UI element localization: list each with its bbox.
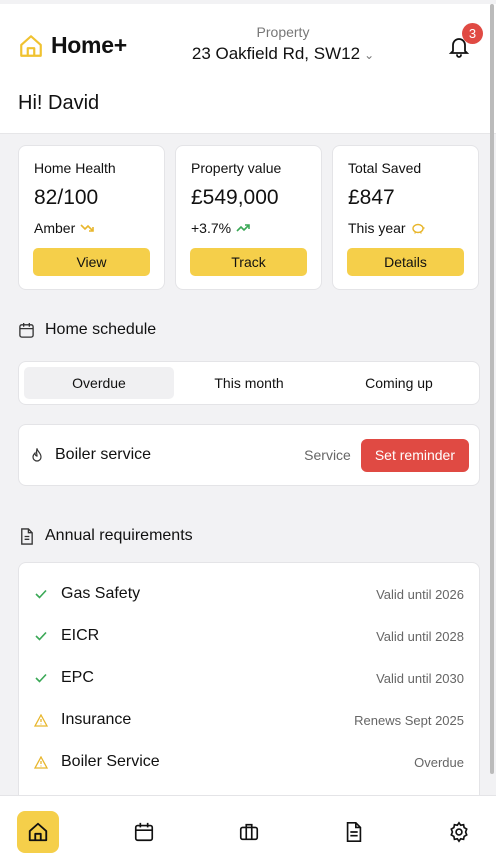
nav-services[interactable] bbox=[228, 811, 270, 853]
property-label: Property bbox=[256, 24, 310, 40]
requirement-status: Valid until 2028 bbox=[376, 628, 464, 644]
card-sub: This year bbox=[348, 220, 406, 236]
tab-this-month[interactable]: This month bbox=[174, 367, 324, 399]
document-icon bbox=[21, 527, 33, 545]
details-button[interactable]: Details bbox=[347, 248, 464, 276]
list-item[interactable]: Insurance Renews Sept 2025 bbox=[19, 699, 479, 741]
nav-home[interactable] bbox=[17, 811, 59, 853]
greeting: Hi! David bbox=[18, 92, 100, 114]
card-title: Home Health bbox=[34, 160, 116, 176]
home-icon bbox=[28, 822, 48, 842]
property-value-card: Property value £549,000 +3.7% Track bbox=[175, 145, 322, 290]
requirements-heading: Annual requirements bbox=[18, 527, 193, 545]
requirement-name: Gas Safety bbox=[61, 585, 141, 602]
list-item[interactable]: Gas Safety Valid until 2026 bbox=[19, 573, 479, 615]
calendar-icon bbox=[19, 322, 34, 338]
list-item[interactable]: Boiler Service Overdue bbox=[19, 741, 479, 783]
schedule-tabs: Overdue This month Coming up bbox=[18, 361, 480, 405]
requirement-name: EICR bbox=[61, 627, 100, 644]
track-button[interactable]: Track bbox=[190, 248, 307, 276]
requirement-status: Overdue bbox=[414, 754, 464, 770]
nav-settings[interactable] bbox=[438, 811, 480, 853]
requirements-list: Gas Safety Valid until 2026 EICR Valid u… bbox=[18, 562, 480, 802]
card-sub: Amber bbox=[34, 220, 76, 236]
list-item[interactable]: EPC Valid until 2030 bbox=[19, 657, 479, 699]
property-selector[interactable]: Property 23 Oakfield Rd, SW12 ⌄ bbox=[150, 24, 416, 64]
task-name: Boiler service bbox=[55, 446, 152, 463]
set-reminder-button[interactable]: Set reminder bbox=[360, 438, 469, 472]
card-value: £549,000 bbox=[191, 186, 279, 209]
check-icon bbox=[34, 587, 48, 601]
schedule-heading: Home schedule bbox=[18, 321, 156, 339]
requirement-status: Valid until 2026 bbox=[376, 586, 464, 602]
nav-schedule[interactable] bbox=[123, 811, 165, 853]
task-type: Service bbox=[304, 447, 351, 463]
card-value: 82/100 bbox=[34, 186, 99, 209]
chevron-down-icon: ⌄ bbox=[364, 48, 375, 62]
requirements-title: Annual requirements bbox=[45, 527, 193, 544]
app-name: Home+ bbox=[51, 32, 127, 58]
flame-icon bbox=[32, 448, 42, 462]
briefcase-icon bbox=[239, 823, 259, 841]
check-icon bbox=[34, 671, 48, 685]
requirement-name: Boiler Service bbox=[61, 753, 160, 770]
piggy-bank-icon bbox=[411, 223, 425, 234]
app-header: Home+ Property 23 Oakfield Rd, SW12 ⌄ 3 H… bbox=[0, 4, 496, 134]
app-logo[interactable]: Home+ bbox=[18, 32, 127, 59]
card-title: Total Saved bbox=[348, 160, 422, 176]
warning-icon bbox=[34, 755, 48, 769]
tab-coming-up[interactable]: Coming up bbox=[324, 367, 474, 399]
property-address: 23 Oakfield Rd, SW12 bbox=[191, 44, 361, 63]
trend-down-icon bbox=[80, 224, 95, 232]
view-button[interactable]: View bbox=[33, 248, 150, 276]
task-row[interactable]: Boiler service Service Set reminder bbox=[18, 424, 480, 486]
tab-overdue[interactable]: Overdue bbox=[24, 367, 174, 399]
bottom-nav bbox=[0, 795, 496, 866]
notification-badge: 3 bbox=[462, 23, 483, 44]
trend-up-icon bbox=[236, 224, 250, 232]
card-sub: +3.7% bbox=[191, 220, 232, 236]
card-value: £847 bbox=[348, 186, 395, 209]
scrollbar[interactable] bbox=[490, 4, 494, 774]
schedule-title: Home schedule bbox=[45, 321, 157, 338]
total-saved-card: Total Saved £847 This year Details bbox=[332, 145, 479, 290]
nav-documents[interactable] bbox=[333, 811, 375, 853]
document-icon bbox=[346, 822, 362, 842]
calendar-icon bbox=[134, 822, 154, 842]
list-item[interactable]: EICR Valid until 2028 bbox=[19, 615, 479, 657]
home-logo-icon bbox=[20, 34, 42, 57]
warning-icon bbox=[34, 713, 48, 727]
summary-cards: Home Health 82/100 Amber View Property v… bbox=[18, 145, 479, 290]
check-icon bbox=[34, 629, 48, 643]
home-health-card: Home Health 82/100 Amber View bbox=[18, 145, 165, 290]
requirement-name: Insurance bbox=[61, 711, 132, 728]
settings-icon bbox=[450, 821, 468, 843]
requirement-name: EPC bbox=[61, 669, 94, 686]
requirement-status: Valid until 2030 bbox=[376, 670, 464, 686]
card-title: Property value bbox=[191, 160, 282, 176]
requirement-status: Renews Sept 2025 bbox=[354, 712, 464, 728]
